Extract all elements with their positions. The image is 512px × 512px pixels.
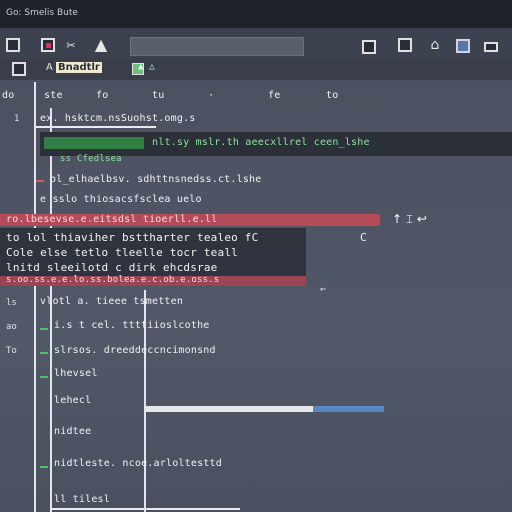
code-line[interactable]: nidtleste. ncoe.arloltesttd (54, 458, 222, 469)
gutter-label: ls (6, 298, 17, 308)
inline-actions[interactable]: ↑ ⌶ ↩ (392, 212, 427, 227)
code-line[interactable]: Cole else tetlo tleelle tocr teall (6, 246, 238, 259)
home-icon[interactable]: ⌂ (428, 37, 442, 53)
code-line[interactable]: lhevsel (54, 368, 98, 379)
code-line[interactable]: slrsos. dreeddeccncimonsnd (54, 345, 216, 356)
token-6: to (326, 90, 339, 101)
toolbar2-symbols: ▲ △ (138, 62, 155, 72)
line-number: 1 (14, 114, 20, 124)
toolbar2-prefix: A (46, 62, 53, 73)
token-0: do (2, 90, 15, 101)
list-icon[interactable] (398, 38, 412, 52)
code-line[interactable]: ol_elhaelbsv. sdhttnsnedss.ct.lshe (50, 174, 262, 185)
code-line[interactable]: nlt.sy mslr.th aeecxllrel ceen_lshe (152, 137, 370, 148)
code-line[interactable]: lehecl (54, 395, 91, 406)
window-title: Go: Smelis Bute (6, 8, 78, 18)
code-line[interactable]: nidtee (54, 426, 91, 437)
code-line[interactable]: vlotl a. tieee tsmetten (40, 296, 183, 307)
minimize-icon[interactable] (484, 42, 498, 52)
close-box-icon[interactable] (41, 38, 55, 52)
warning-icon[interactable]: ▲ (94, 35, 108, 54)
code-line[interactable]: lnitd sleeilotd c dirk ehcdsrae (6, 261, 218, 274)
token-1: ste (44, 90, 63, 101)
fold-divider (50, 108, 52, 512)
gutter-label: To (6, 346, 17, 356)
code-line[interactable]: ll tilesl (54, 494, 110, 505)
code-line[interactable]: ro.lbesevse.e.eitsdsl tioerll.e.ll (6, 214, 218, 225)
underline (36, 126, 156, 128)
window-icon[interactable] (6, 38, 20, 52)
error-marker (36, 180, 44, 182)
added-marker (40, 352, 48, 354)
toolbar2-label[interactable]: A Bnadtlr (46, 62, 102, 73)
added-marker (40, 466, 48, 468)
gutter-divider (34, 82, 36, 512)
added-marker (40, 328, 48, 330)
document-icon[interactable] (12, 62, 26, 76)
address-field[interactable] (130, 37, 304, 56)
code-line[interactable]: i.s t cel. ttttiioslcothe (54, 320, 210, 331)
side-label: C (360, 231, 367, 244)
code-line[interactable]: e sslo thiosacsfsclea uelo (40, 194, 202, 205)
code-line[interactable]: s.oo.ss.e.e.lo.ss.bolea.e.c.ob.e.oss.s (6, 275, 220, 285)
token-3: tu (152, 90, 165, 101)
monitor-icon[interactable] (456, 39, 470, 53)
token-4: · (208, 90, 215, 101)
progress-fill (312, 406, 384, 412)
toolbar2-name: Bnadtlr (56, 62, 102, 73)
diff-added-marker (44, 137, 144, 149)
title-bar: Go: Smelis Bute (0, 0, 512, 28)
added-marker (40, 376, 48, 378)
token-2: fo (96, 90, 109, 101)
code-line[interactable]: ex. hsktcm.nsSuohst.omg.s (40, 113, 196, 124)
code-line[interactable]: ss Cfedlsea (60, 154, 122, 164)
code-line[interactable]: to lol thiaviher bsttharter tealeo fC (6, 231, 258, 244)
gutter-label: ao (6, 322, 17, 332)
arrow-icon[interactable]: ⇐ (320, 284, 326, 295)
save-icon[interactable] (362, 40, 376, 54)
token-5: fe (268, 90, 281, 101)
scissors-icon[interactable]: ✂ (64, 38, 78, 52)
underline (50, 508, 240, 510)
